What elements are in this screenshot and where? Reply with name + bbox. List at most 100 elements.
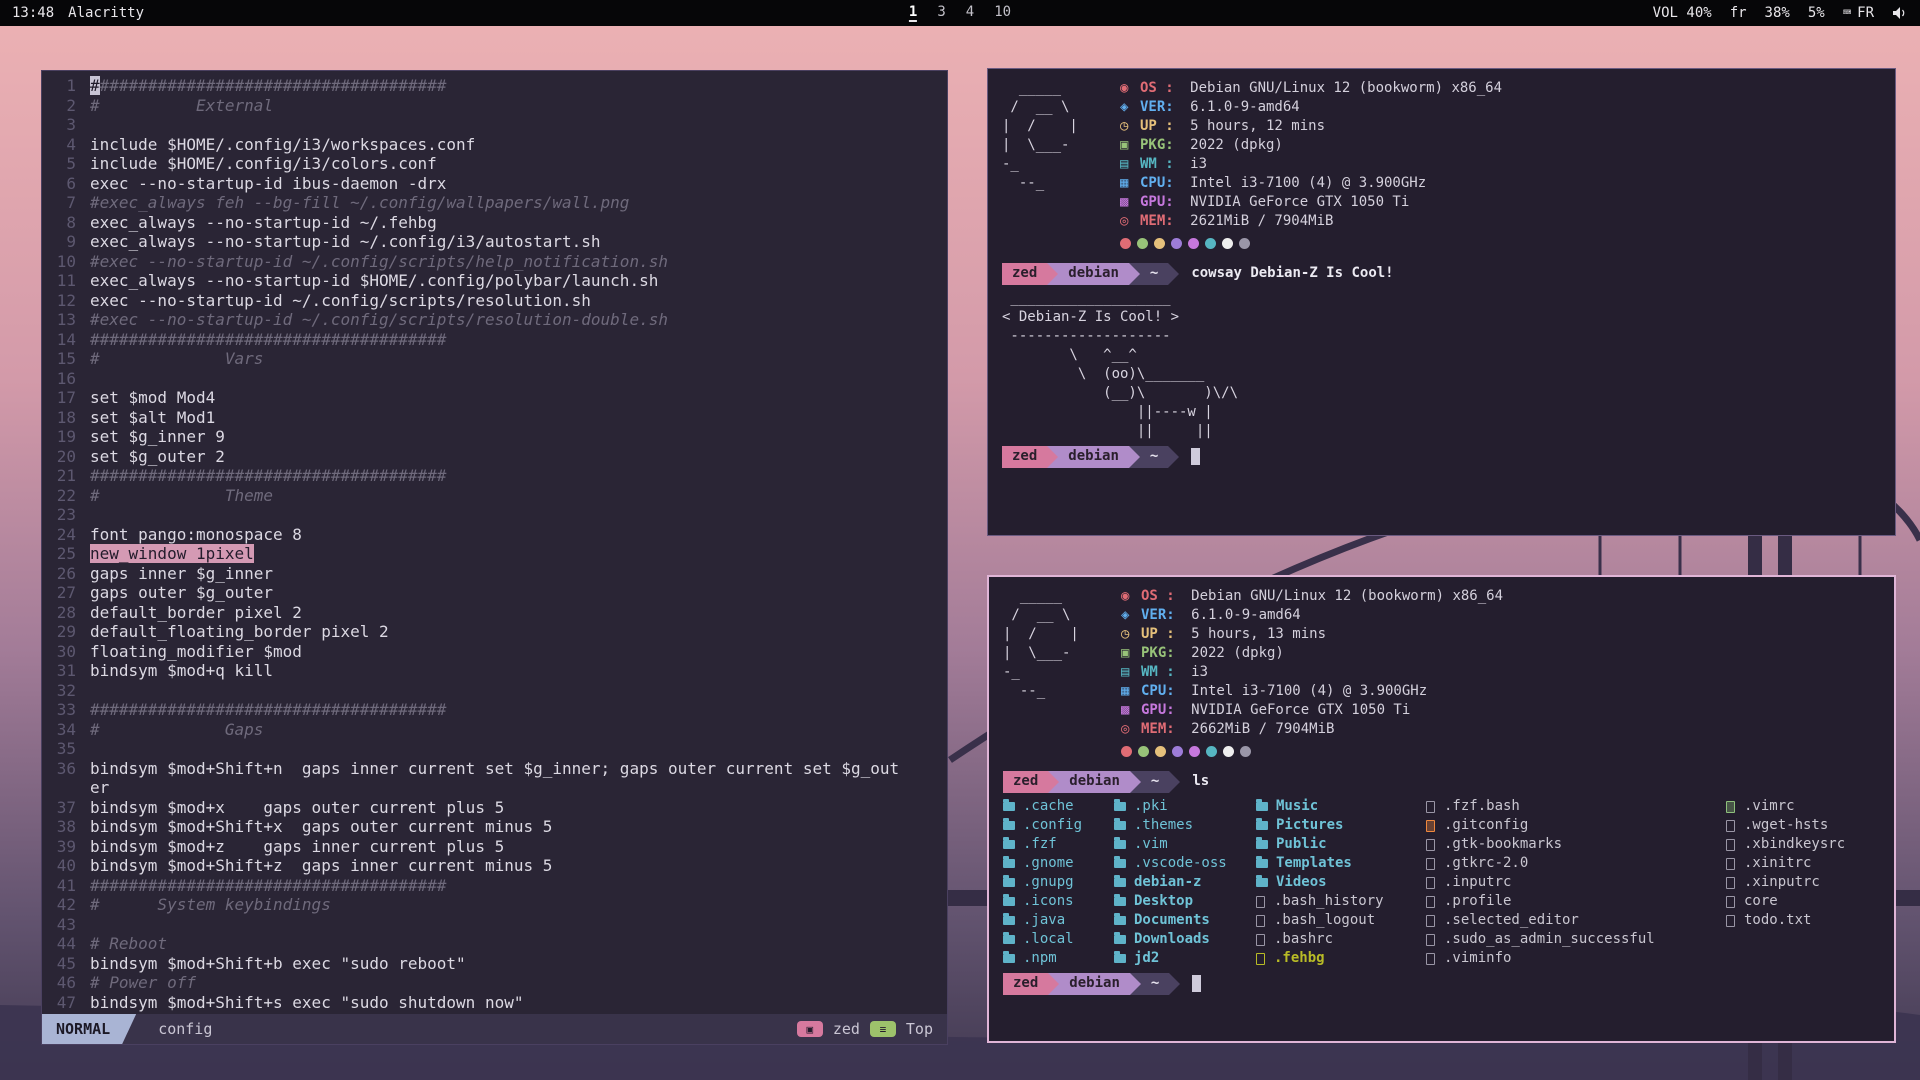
ls-entry: .sudo_as_admin_successful bbox=[1426, 930, 1726, 949]
focused-window-title: Alacritty bbox=[68, 5, 144, 21]
prompt-host: debian bbox=[1058, 446, 1129, 468]
fetch-row-icon: ▦ bbox=[1121, 682, 1141, 701]
ls-entry: Videos bbox=[1256, 873, 1426, 892]
cpu-module: 5% bbox=[1808, 5, 1825, 21]
prompt-host: debian bbox=[1059, 771, 1130, 793]
language-module[interactable]: fr bbox=[1730, 5, 1747, 21]
editor-window: 1#####################################2#… bbox=[41, 70, 948, 1045]
folder-icon bbox=[1114, 954, 1126, 963]
fetch-info-row: ▦CPU: Intel i3-7100 (4) @ 3.900GHz bbox=[1120, 174, 1502, 193]
file-icon bbox=[1426, 877, 1435, 889]
ls-entry: Public bbox=[1256, 835, 1426, 854]
file-icon bbox=[1426, 896, 1435, 908]
fetch-row-icon: ▤ bbox=[1121, 663, 1141, 682]
workspace-3[interactable]: 3 bbox=[937, 4, 945, 22]
editor-line: 4include $HOME/.config/i3/workspaces.con… bbox=[42, 135, 947, 155]
folder-icon bbox=[1114, 821, 1126, 830]
prompt-separator-icon bbox=[1047, 446, 1058, 468]
ls-entry: .xinputrc bbox=[1726, 873, 1845, 892]
prompt-path: ~ bbox=[1141, 973, 1169, 995]
editor-line: 23 bbox=[42, 505, 947, 525]
file-icon bbox=[1426, 934, 1435, 946]
system-fetch-output: _____ / __ \ | / | | \___- -_ --_◉OS : D… bbox=[1002, 79, 1881, 255]
fetch-info-row: ◉OS : Debian GNU/Linux 12 (bookworm) x86… bbox=[1120, 79, 1502, 98]
workspaces: 1 3 4 10 bbox=[909, 4, 1011, 22]
editor-line: 40bindsym $mod+Shift+z gaps inner curren… bbox=[42, 856, 947, 876]
memory-module: 38% bbox=[1765, 5, 1790, 21]
search-highlight: new_window 1pixel bbox=[90, 544, 254, 563]
folder-icon bbox=[1003, 916, 1015, 925]
keyboard-icon: ⌨ bbox=[1843, 5, 1851, 21]
shell-prompt[interactable]: zeddebian~cowsay Debian-Z Is Cool! bbox=[1002, 261, 1881, 286]
editor-line: 33##################################### bbox=[42, 700, 947, 720]
workspace-4[interactable]: 4 bbox=[966, 4, 974, 22]
ls-entry: .config bbox=[1003, 816, 1114, 835]
shell-prompt[interactable]: zeddebian~ bbox=[1003, 971, 1880, 996]
editor-line: 42# System keybindings bbox=[42, 895, 947, 915]
file-icon bbox=[1426, 858, 1435, 870]
workspace-1[interactable]: 1 bbox=[909, 4, 917, 22]
workspace-10[interactable]: 10 bbox=[994, 4, 1011, 22]
vim-mode-indicator: NORMAL bbox=[42, 1014, 136, 1044]
fetch-info-row: ▤WM : i3 bbox=[1121, 663, 1503, 682]
folder-icon bbox=[1003, 935, 1015, 944]
scroll-position: Top bbox=[906, 1020, 933, 1038]
term2-body: _____ / __ \ | / | | \___- -_ --_◉OS : D… bbox=[1003, 587, 1880, 996]
fetch-row-icon: ▩ bbox=[1121, 701, 1141, 720]
file-icon bbox=[1426, 820, 1435, 832]
editor-line: 31bindsym $mod+q kill bbox=[42, 661, 947, 681]
editor-line: 47bindsym $mod+Shift+s exec "sudo shutdo… bbox=[42, 993, 947, 1013]
fetch-row-icon: ◷ bbox=[1121, 625, 1141, 644]
editor-line: 5include $HOME/.config/i3/colors.conf bbox=[42, 154, 947, 174]
fetch-row-icon: ◉ bbox=[1120, 79, 1140, 98]
fetch-info-row: ◷UP : 5 hours, 13 mins bbox=[1121, 625, 1503, 644]
ls-output: .cache.config.fzf.gnome.gnupg.icons.java… bbox=[1003, 797, 1880, 968]
clock: 13:48 bbox=[12, 5, 54, 21]
folder-icon bbox=[1003, 878, 1015, 887]
prompt-separator-icon bbox=[1130, 973, 1141, 995]
ls-entry: .icons bbox=[1003, 892, 1114, 911]
editor-code[interactable]: 1#####################################2#… bbox=[42, 71, 947, 1014]
folder-icon bbox=[1256, 802, 1268, 811]
prompt-path: ~ bbox=[1140, 263, 1168, 285]
editor-line: 2# External bbox=[42, 96, 947, 116]
fetch-row-icon: ▦ bbox=[1120, 174, 1140, 193]
ls-entry: core bbox=[1726, 892, 1845, 911]
shell-prompt[interactable]: zeddebian~ bbox=[1002, 444, 1881, 469]
terminal-cursor bbox=[1192, 975, 1201, 992]
user-badge-icon: ▣ bbox=[797, 1021, 823, 1037]
editor-line: 27gaps outer $g_outer bbox=[42, 583, 947, 603]
folder-icon bbox=[1003, 821, 1015, 830]
ls-entry: .gnupg bbox=[1003, 873, 1114, 892]
file-icon bbox=[1256, 896, 1265, 908]
fetch-info-row: ▩GPU: NVIDIA GeForce GTX 1050 Ti bbox=[1121, 701, 1503, 720]
shell-prompt[interactable]: zeddebian~ls bbox=[1003, 769, 1880, 794]
fetch-row-icon: ▣ bbox=[1121, 644, 1141, 663]
editor-line: 6exec --no-startup-id ibus-daemon -drx bbox=[42, 174, 947, 194]
folder-icon bbox=[1003, 802, 1015, 811]
keyboard-layout-module[interactable]: ⌨ FR bbox=[1843, 5, 1874, 21]
folder-icon bbox=[1256, 821, 1268, 830]
ls-entry: .pki bbox=[1114, 797, 1256, 816]
keyboard-layout-label: FR bbox=[1857, 5, 1874, 21]
ls-entry: .fzf.bash bbox=[1426, 797, 1726, 816]
editor-line: 10#exec --no-startup-id ~/.config/script… bbox=[42, 252, 947, 272]
fetch-row-icon: ◎ bbox=[1121, 720, 1141, 739]
editor-line: 34# Gaps bbox=[42, 720, 947, 740]
file-icon bbox=[1426, 953, 1435, 965]
prompt-separator-icon bbox=[1169, 771, 1180, 793]
prompt-separator-icon bbox=[1129, 446, 1140, 468]
file-icon bbox=[1426, 801, 1435, 813]
editor-line: 1##################################### bbox=[42, 76, 947, 96]
ls-entry: .vimrc bbox=[1726, 797, 1845, 816]
editor-line: 36bindsym $mod+Shift+n gaps inner curren… bbox=[42, 759, 947, 779]
editor-line: 25new_window 1pixel bbox=[42, 544, 947, 564]
terminal-window-2[interactable]: _____ / __ \ | / | | \___- -_ --_◉OS : D… bbox=[987, 575, 1896, 1043]
editor-line: 26gaps inner $g_inner bbox=[42, 564, 947, 584]
volume-module[interactable]: VOL 40% bbox=[1653, 5, 1712, 21]
folder-icon bbox=[1003, 859, 1015, 868]
terminal-window-1[interactable]: _____ / __ \ | / | | \___- -_ --_◉OS : D… bbox=[987, 68, 1896, 536]
speaker-icon[interactable] bbox=[1892, 6, 1908, 20]
fetch-info-row: ▣PKG: 2022 (dpkg) bbox=[1120, 136, 1502, 155]
ls-entry: .viminfo bbox=[1426, 949, 1726, 968]
